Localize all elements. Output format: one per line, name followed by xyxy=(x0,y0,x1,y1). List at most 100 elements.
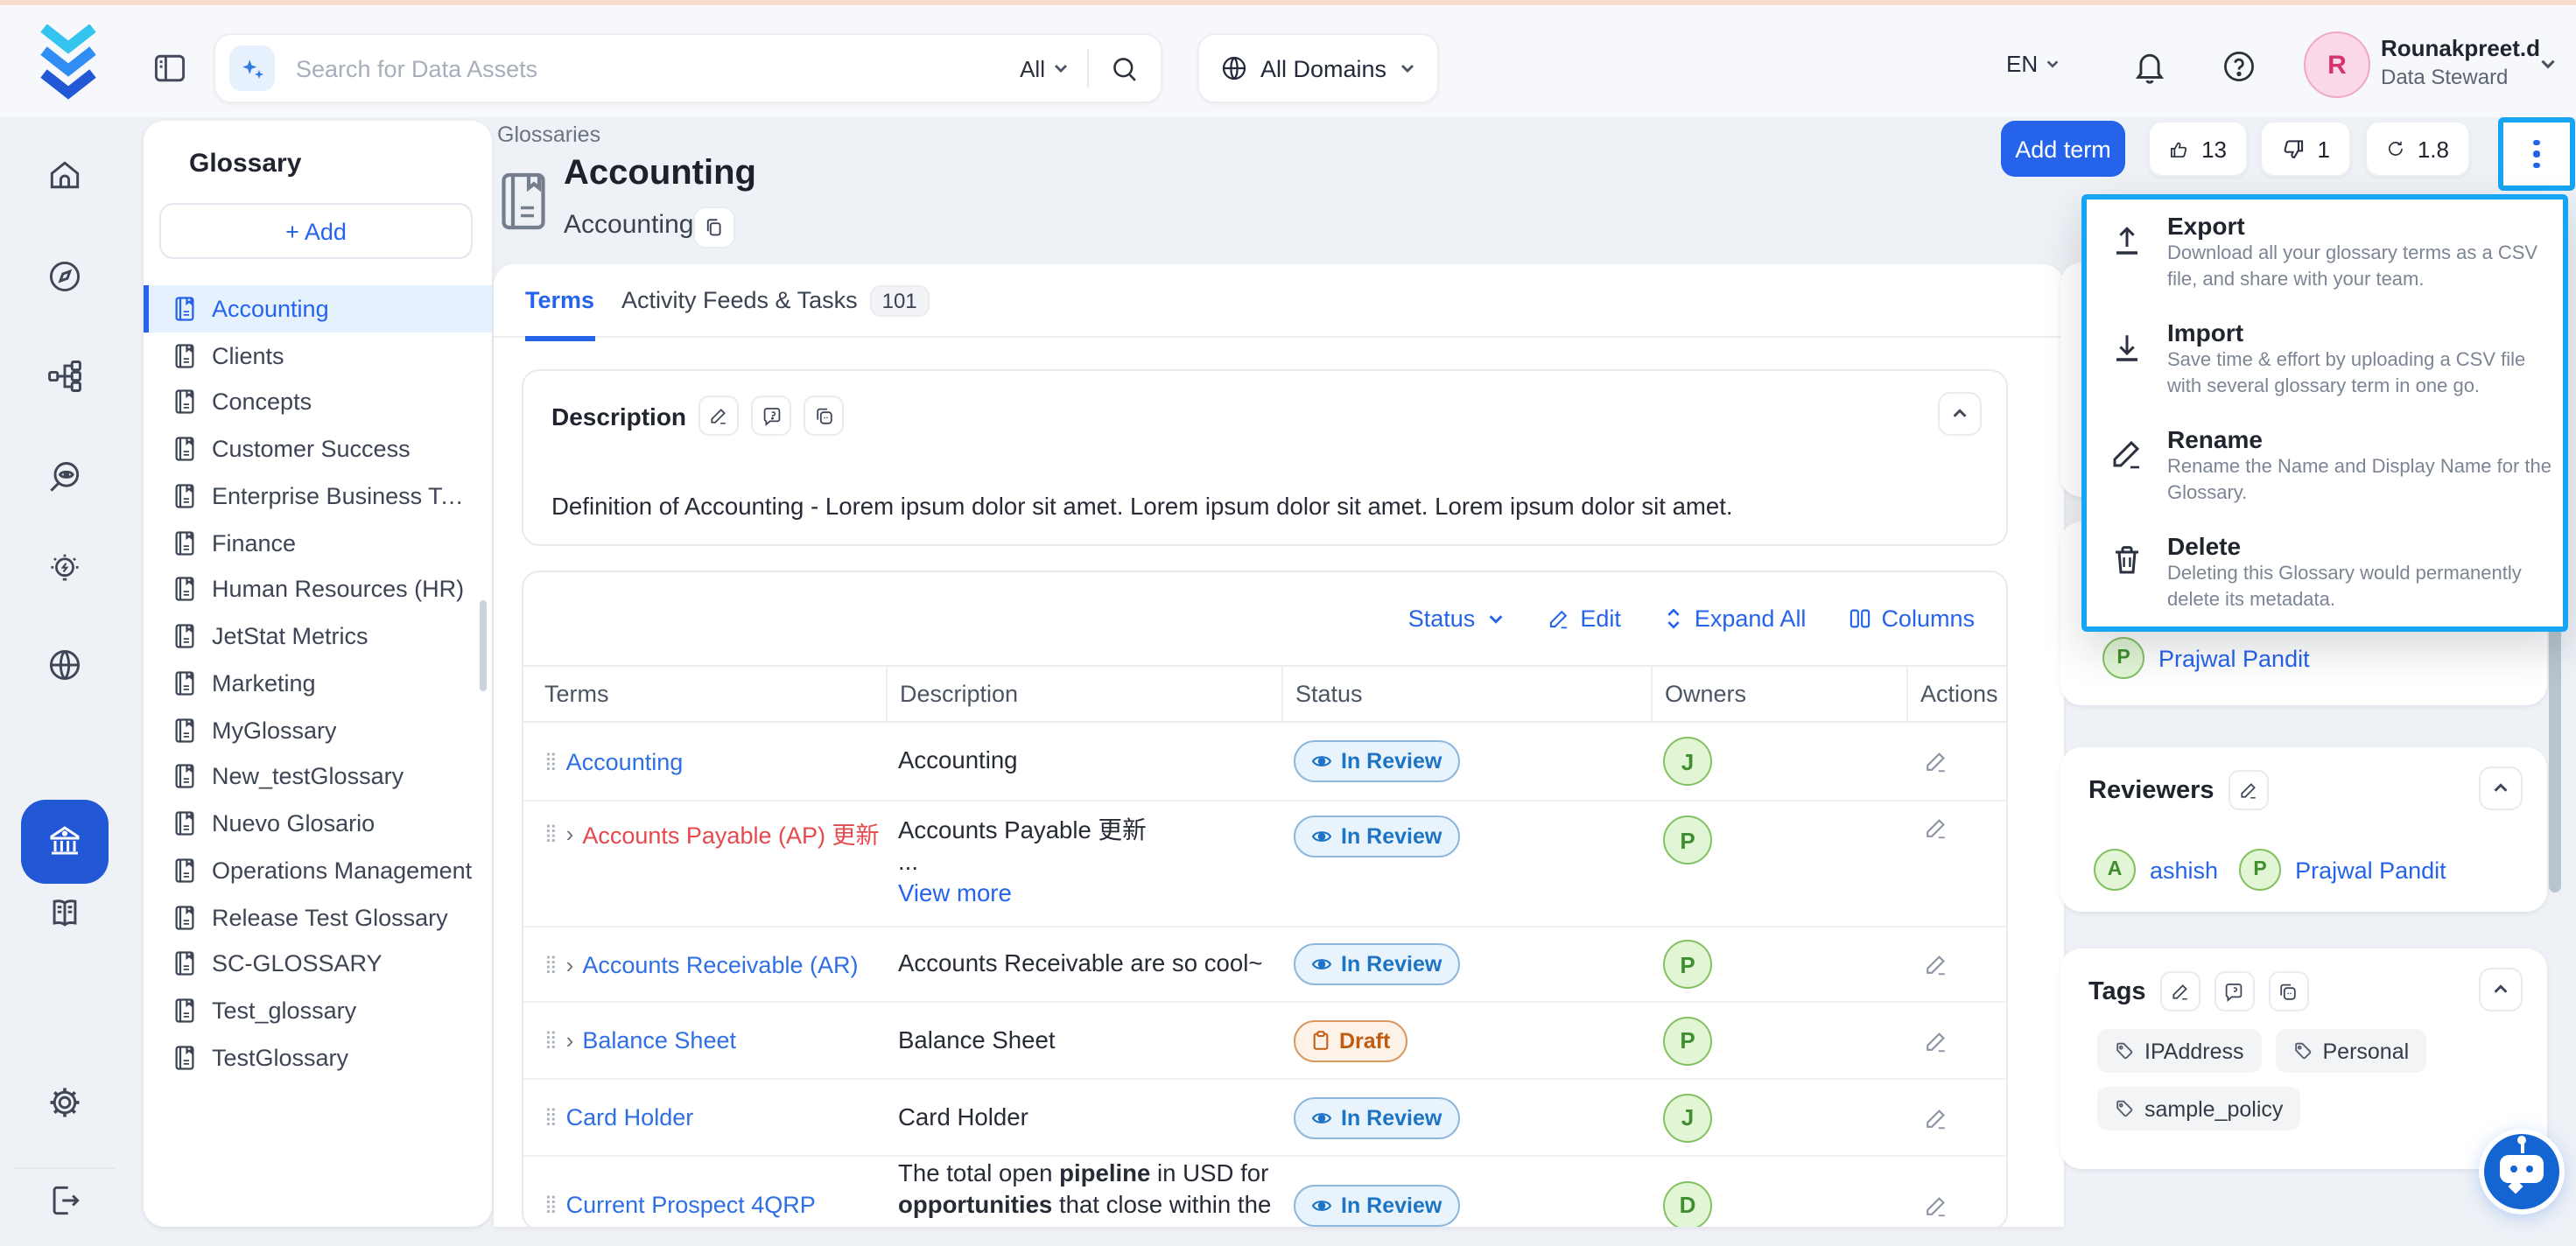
glossary-list-item[interactable]: Operations Management xyxy=(144,847,492,894)
reviewer-chip[interactable]: A ashish xyxy=(2094,849,2218,891)
reviewers-edit-button[interactable] xyxy=(2229,770,2269,810)
drag-handle-icon[interactable]: ⣿ xyxy=(544,752,556,771)
add-term-button[interactable]: Add term xyxy=(2001,121,2125,177)
expand-row-icon[interactable]: › xyxy=(566,820,574,846)
drag-handle-icon[interactable]: ⣿ xyxy=(544,1195,556,1214)
term-link[interactable]: Accounting xyxy=(566,748,684,774)
nav-web-icon[interactable] xyxy=(46,646,84,684)
col-owners[interactable]: Owners xyxy=(1651,667,1906,721)
owner-name-link[interactable]: Prajwal Pandit xyxy=(2158,645,2310,671)
owner-avatar[interactable]: D xyxy=(1663,1180,1712,1227)
notifications-bell-icon[interactable] xyxy=(2130,47,2169,86)
reviewer-chip[interactable]: P Prajwal Pandit xyxy=(2239,849,2446,891)
tab-activity-feeds[interactable]: Activity Feeds & Tasks 101 xyxy=(621,264,930,336)
user-menu-chevron-icon[interactable] xyxy=(2538,54,2558,74)
nav-lineage-icon[interactable] xyxy=(46,357,84,396)
glossary-list-item[interactable]: Finance xyxy=(144,520,492,567)
owner-avatar[interactable]: P xyxy=(1663,1016,1712,1065)
drag-handle-icon[interactable]: ⣿ xyxy=(544,823,556,843)
ai-sparkle-icon[interactable] xyxy=(229,46,275,91)
tags-collapse-button[interactable] xyxy=(2479,968,2523,1012)
right-scrollbar[interactable] xyxy=(2549,616,2561,892)
tags-edit-button[interactable] xyxy=(2160,971,2200,1012)
downvote-button[interactable]: 1 xyxy=(2260,121,2351,177)
expand-row-icon[interactable]: › xyxy=(566,1027,574,1054)
menu-item[interactable]: Rename Rename the Name and Display Name … xyxy=(2087,413,2563,520)
owner-avatar[interactable]: P xyxy=(1663,940,1712,989)
row-edit-icon[interactable] xyxy=(1924,1105,1948,1130)
glossary-list-item[interactable]: Customer Success xyxy=(144,426,492,473)
tags-copy-button[interactable] xyxy=(2269,971,2309,1012)
view-more-link[interactable]: View more xyxy=(898,880,1012,906)
term-link[interactable]: Card Holder xyxy=(566,1104,694,1130)
help-icon[interactable] xyxy=(2220,47,2258,86)
tags-comment-button[interactable] xyxy=(2215,971,2255,1012)
nav-explore-icon[interactable] xyxy=(46,257,84,296)
domains-dropdown[interactable]: All Domains xyxy=(1197,33,1439,103)
glossary-list-item[interactable]: Test_glossary xyxy=(144,988,492,1035)
term-link[interactable]: Accounts Receivable (AR) xyxy=(582,951,858,977)
nav-settings-icon[interactable] xyxy=(46,1083,84,1122)
description-comment-button[interactable] xyxy=(751,396,791,436)
breadcrumb[interactable]: Glossaries xyxy=(497,122,600,147)
nav-insights-icon[interactable] xyxy=(46,551,84,590)
sidebar-toggle-icon[interactable] xyxy=(151,49,189,88)
search-submit-icon[interactable] xyxy=(1089,53,1161,83)
reviewer-name-link[interactable]: Prajwal Pandit xyxy=(2295,857,2446,883)
tab-terms[interactable]: Terms xyxy=(525,264,594,341)
owner-avatar[interactable]: P xyxy=(1663,816,1712,864)
bulk-edit-button[interactable]: Edit xyxy=(1547,606,1621,632)
expand-row-icon[interactable]: › xyxy=(566,951,574,977)
search-input[interactable] xyxy=(292,53,1002,83)
drag-handle-icon[interactable]: ⣿ xyxy=(544,955,556,974)
expand-all-button[interactable]: Expand All xyxy=(1663,606,1807,632)
status-filter-dropdown[interactable]: Status xyxy=(1408,606,1506,632)
glossary-list-item[interactable]: Accounting xyxy=(144,285,492,332)
menu-item[interactable]: Delete Deleting this Glossary would perm… xyxy=(2087,520,2563,626)
owner-avatar[interactable]: J xyxy=(1663,737,1712,786)
copy-name-button[interactable] xyxy=(693,206,735,248)
atlan-logo-icon[interactable] xyxy=(33,24,103,102)
menu-item[interactable]: Export Download all your glossary terms … xyxy=(2087,200,2563,306)
glossary-list-item[interactable]: Release Test Glossary xyxy=(144,894,492,942)
freshness-button[interactable]: 1.8 xyxy=(2365,121,2470,177)
glossary-list-item[interactable]: Human Resources (HR) xyxy=(144,566,492,613)
columns-button[interactable]: Columns xyxy=(1848,606,1975,632)
language-dropdown[interactable]: EN xyxy=(2006,51,2060,77)
glossary-scrollbar[interactable] xyxy=(480,600,487,691)
owner-user-chip[interactable]: P Prajwal Pandit xyxy=(2102,637,2310,679)
more-actions-button[interactable] xyxy=(2498,117,2575,191)
glossary-list-item[interactable]: Concepts xyxy=(144,379,492,426)
tag-chip[interactable]: Personal xyxy=(2276,1029,2427,1073)
menu-item[interactable]: Import Save time & effort by uploading a… xyxy=(2087,306,2563,413)
glossary-list-item[interactable]: New_testGlossary xyxy=(144,753,492,801)
nav-docs-icon[interactable] xyxy=(46,894,84,933)
glossary-list-item[interactable]: Clients xyxy=(144,332,492,380)
description-edit-button[interactable] xyxy=(698,396,739,436)
col-description[interactable]: Description xyxy=(886,667,1281,721)
glossary-list-item[interactable]: SC-GLOSSARY xyxy=(144,941,492,988)
add-glossary-button[interactable]: + Add xyxy=(159,203,473,259)
nav-governance-active[interactable] xyxy=(21,800,109,884)
tag-chip[interactable]: IPAddress xyxy=(2097,1029,2262,1073)
term-link[interactable]: Current Prospect 4QRP xyxy=(566,1192,816,1218)
row-edit-icon[interactable] xyxy=(1924,816,1948,840)
upvote-button[interactable]: 13 xyxy=(2148,121,2248,177)
nav-home-icon[interactable] xyxy=(46,156,84,194)
col-status[interactable]: Status xyxy=(1281,667,1651,721)
glossary-list-item[interactable]: MyGlossary xyxy=(144,707,492,754)
nav-logout-icon[interactable] xyxy=(46,1181,84,1220)
reviewer-name-link[interactable]: ashish xyxy=(2150,857,2218,883)
search-scope-dropdown[interactable]: All xyxy=(1002,55,1087,81)
chatbot-button[interactable] xyxy=(2484,1134,2559,1209)
tag-chip[interactable]: sample_policy xyxy=(2097,1087,2300,1130)
description-collapse-button[interactable] xyxy=(1938,392,1982,436)
glossary-list-item[interactable]: Marketing xyxy=(144,660,492,707)
nav-discover-icon[interactable] xyxy=(46,458,84,497)
row-edit-icon[interactable] xyxy=(1924,952,1948,976)
reviewers-collapse-button[interactable] xyxy=(2479,766,2523,810)
drag-handle-icon[interactable]: ⣿ xyxy=(544,1031,556,1050)
row-edit-icon[interactable] xyxy=(1924,749,1948,774)
row-edit-icon[interactable] xyxy=(1924,1028,1948,1053)
owner-avatar[interactable]: J xyxy=(1663,1093,1712,1142)
